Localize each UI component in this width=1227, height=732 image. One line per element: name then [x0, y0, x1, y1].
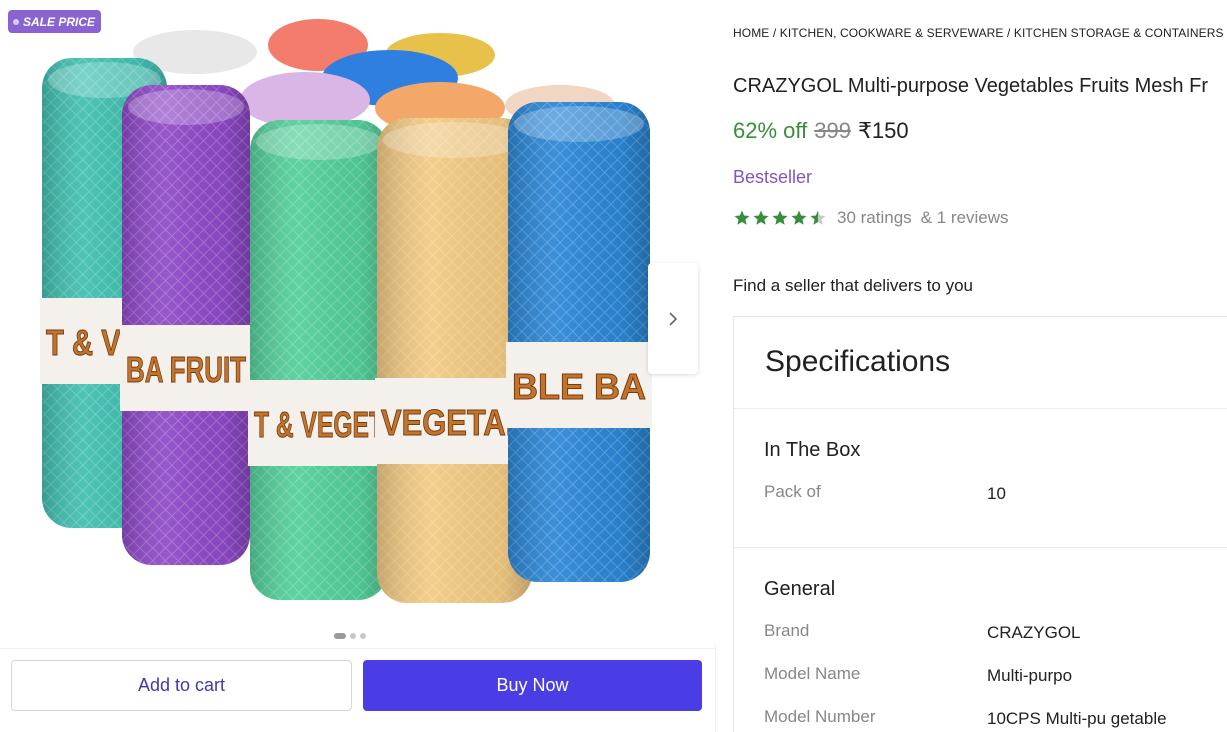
spec-row: Brand CRAZYGOL	[764, 621, 1227, 645]
spec-section-general: General Brand CRAZYGOL Model Name Multi-…	[734, 548, 1227, 732]
spec-value: CRAZYGOL	[987, 623, 1081, 642]
star-icon	[791, 210, 807, 225]
badge-dot-icon	[13, 18, 19, 25]
spec-value: 10	[987, 484, 1006, 503]
pager-dot[interactable]	[334, 633, 346, 639]
sale-price-label: SALE PRICE	[23, 14, 96, 29]
breadcrumb-kitchen[interactable]: KITCHEN, COOKWARE & SERVEWARE	[780, 26, 1004, 40]
star-icon	[810, 210, 826, 225]
spec-section-title: In The Box	[764, 439, 861, 461]
roll-label-text: BLE BA	[512, 366, 646, 407]
roll-top	[128, 89, 244, 125]
mesh-roll: BLE BA	[506, 102, 652, 582]
specifications-card: Specifications In The Box Pack of 10 Gen…	[733, 316, 1227, 732]
roll-shading	[250, 120, 388, 600]
specifications-header: Specifications	[734, 317, 1227, 409]
selling-price: ₹150	[857, 118, 909, 143]
rating-row[interactable]: 30 ratings & 1 reviews	[733, 208, 1009, 228]
bestseller-tag: Bestseller	[733, 167, 813, 187]
star-icon	[772, 210, 788, 225]
price-row: 62% off 399 ₹150	[733, 118, 909, 144]
breadcrumb-storage[interactable]: KITCHEN STORAGE & CONTAINERS	[1014, 26, 1224, 40]
ratings-count: 30 ratings	[837, 208, 912, 227]
product-photo: T & VEGBA FRUITT & VEGETVEGETABBLE BA	[40, 19, 652, 603]
purchase-actions: Add to cart Buy Now	[0, 648, 716, 732]
roll-top	[514, 106, 644, 142]
next-image-button[interactable]	[648, 263, 698, 374]
roll-top	[383, 122, 526, 158]
original-price: 399	[814, 118, 851, 143]
spec-key: Brand	[764, 621, 810, 640]
chevron-right-icon	[669, 311, 678, 326]
spec-row: Model Number 10CPS Multi-pu getable	[764, 707, 1227, 731]
spec-row: Model Name Multi-purpo	[764, 664, 1227, 688]
roll-label-text: VEGETAB	[381, 402, 528, 443]
spec-section-title: General	[764, 578, 836, 600]
spec-row: Pack of 10	[764, 482, 1227, 506]
mesh-roll: T & VEGET	[248, 120, 390, 600]
spec-key: Model Name	[764, 664, 861, 683]
pager-dot[interactable]	[360, 633, 366, 639]
add-to-cart-button[interactable]: Add to cart	[11, 660, 352, 711]
spec-section-in-the-box: In The Box Pack of 10	[734, 409, 1227, 548]
spec-value: 10CPS Multi-pu getable	[987, 709, 1167, 728]
breadcrumb-separator: /	[1003, 26, 1014, 40]
roll-label-text: T & VEGET	[254, 404, 384, 445]
product-details: HOME / KITCHEN, COOKWARE & SERVEWARE / K…	[733, 0, 1227, 732]
product-title: CRAZYGOL Multi-purpose Vegetables Fruits…	[733, 75, 1208, 97]
discount-percent: 62% off	[733, 118, 808, 143]
roll-label-text: BA FRUIT	[126, 349, 246, 390]
sale-price-badge: SALE PRICE	[8, 10, 102, 33]
spec-value: Multi-purpo	[987, 666, 1073, 685]
image-pager	[0, 630, 700, 642]
buy-now-button[interactable]: Buy Now	[363, 660, 702, 711]
breadcrumb-home[interactable]: HOME	[733, 26, 769, 40]
mesh-roll: BA FRUIT	[120, 85, 252, 565]
star-icon	[734, 210, 750, 225]
reviews-count: & 1 reviews	[920, 208, 1009, 227]
find-seller-link[interactable]: Find a seller that delivers to you	[733, 276, 973, 296]
spec-key: Pack of	[764, 482, 821, 501]
product-image[interactable]: T & VEG BA FRUIT T & VEGET VEGETAB BLE BA	[0, 0, 716, 645]
roll-back-lilac	[240, 72, 370, 128]
breadcrumb-separator: /	[769, 26, 780, 40]
breadcrumb: HOME / KITCHEN, COOKWARE & SERVEWARE / K…	[733, 26, 1224, 40]
specifications-heading: Specifications	[765, 345, 951, 378]
pager-dot[interactable]	[350, 633, 356, 639]
star-icon	[753, 210, 769, 225]
roll-top	[256, 124, 382, 160]
spec-key: Model Number	[764, 707, 876, 726]
star-rating	[733, 209, 827, 227]
product-gallery: T & VEG BA FRUIT T & VEGET VEGETAB BLE BA SA…	[0, 0, 716, 732]
